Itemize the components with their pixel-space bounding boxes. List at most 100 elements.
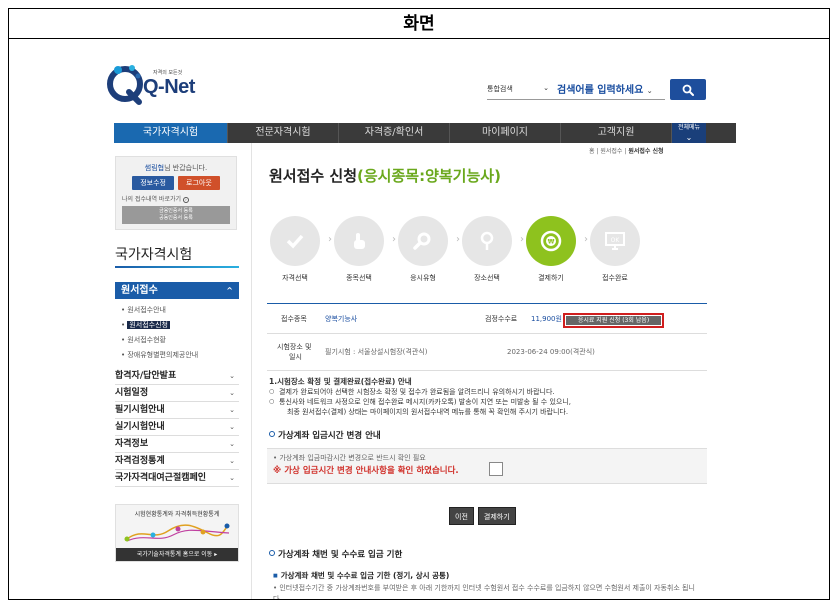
- menu-label: 원서접수: [121, 285, 158, 296]
- nav-item-support[interactable]: 고객지원: [561, 123, 672, 143]
- page-title: 원서접수 신청(응시종목:양복기능사): [269, 165, 501, 186]
- page-title-subject: (응시종목:양복기능사): [357, 167, 501, 185]
- trend-chart-icon: [124, 523, 230, 542]
- edit-info-button[interactable]: 정보수정: [132, 176, 174, 190]
- chevron-right-icon: ›: [584, 234, 588, 245]
- chevron-down-icon: ⌄: [229, 406, 235, 414]
- breadcrumb-home[interactable]: 홈: [589, 148, 595, 155]
- info-row-place: 시험장소 및 일시 필기시험 : 서울상설시험장(격관식) 2023-06-24…: [267, 335, 707, 371]
- sub-item-accessibility[interactable]: • 장애유형별편의제공안내: [121, 348, 198, 363]
- chevron-down-icon: ⌄: [646, 87, 653, 95]
- sub-item-label: 원서접수신청: [127, 321, 170, 329]
- arrow-right-circle-icon: ▸: [214, 551, 218, 558]
- logo-tagline: 자격의 모든것: [153, 70, 183, 76]
- breadcrumb-mid[interactable]: 원서접수: [600, 148, 622, 155]
- category-label: 필기시험안내: [115, 405, 165, 415]
- pay-button[interactable]: 결제하기: [477, 507, 516, 525]
- notice-block: 1.시험장소 확정 및 결제완료(접수완료) 안내 결제가 완료되어야 선택한 …: [269, 377, 571, 417]
- login-box: 썸림협님 반갑습니다. 정보수정 로그아웃 나의 접수내역 바로가기 › 금융인…: [115, 156, 237, 230]
- nav-item-certificate[interactable]: 자격증/확인서: [339, 123, 450, 143]
- fee-value: 11,900원: [531, 315, 562, 323]
- search-input[interactable]: 검색어를 입력하세요 ⌄: [557, 81, 665, 96]
- chevron-down-icon: ⌄: [543, 83, 549, 92]
- category-practical[interactable]: 실기시험안내 ⌄: [115, 419, 239, 436]
- banner-link[interactable]: 국가기술자격통계 홈으로 이동 ▸: [116, 548, 238, 561]
- account-heading: 가상계좌 채번 및 수수료 입금 기한: [269, 548, 402, 560]
- date-value: 2023-06-24 09:00(격관식): [507, 348, 595, 356]
- sidebar-sub-list: • 원서접수안내 • 원서접수신청 • 원서접수현황 • 장애유형별편의제공안내: [121, 303, 198, 363]
- category-campaign[interactable]: 국가자격대여근절캠페인 ⌄: [115, 470, 239, 487]
- vbank-notice-box: • 가상계좌 입금마감시간 변경으로 반드시 확인 필요 ※ 가상 입금시간 변…: [267, 448, 707, 484]
- step-type: 응시유형 ›: [397, 216, 460, 283]
- document-frame: 화면 자격의 모든것 Q-Net 통합검색 ⌄ 검색어를 입력하세요 ⌄ 국가자…: [8, 8, 830, 600]
- sidebar-menu-application[interactable]: 원서접수 ^: [115, 282, 239, 299]
- category-written[interactable]: 필기시험안내 ⌄: [115, 402, 239, 419]
- fee-key: 검정수수료: [485, 315, 518, 323]
- progress-steps: 자격선택 › 종목선택 › 응시유형 › 장소선택 › ₩ 결제하기 › OK …: [267, 216, 707, 286]
- main-nav: 국가자격시험 전문자격시험 자격증/확인서 마이페이지 고객지원 전체메뉴 ⌄: [114, 123, 736, 143]
- chevron-right-icon: ›: [456, 234, 460, 245]
- chevron-down-icon: ⌄: [229, 389, 235, 397]
- account-paragraph: • 인터넷접수기간 중 가상계좌번호를 부여받은 후 아래 기한까지 인터넷 수…: [273, 584, 695, 600]
- category-label: 시험일정: [115, 388, 149, 398]
- cert-line1: 금융인증서 등록: [159, 208, 193, 214]
- welcome-suffix: 님 반갑습니다.: [164, 164, 208, 172]
- chevron-right-icon: ›: [392, 234, 396, 245]
- step-item: 종목선택 ›: [333, 216, 396, 283]
- chevron-right-icon: ›: [328, 234, 332, 245]
- category-results[interactable]: 합격자/답안발표 ⌄: [115, 368, 239, 385]
- chevron-up-icon: ^: [226, 286, 233, 295]
- search-scope-select[interactable]: 통합검색 ⌄: [487, 84, 557, 94]
- my-application-shortcut[interactable]: 나의 접수내역 바로가기 ›: [122, 194, 236, 203]
- shortcut-label: 나의 접수내역 바로가기: [122, 196, 182, 203]
- sub-item-apply[interactable]: • 원서접수신청: [121, 318, 198, 333]
- sidebar-categories: 합격자/답안발표 ⌄ 시험일정 ⌄ 필기시험안내 ⌄ 실기시험안내 ⌄ 자격정보 ⌄ 자격…: [115, 368, 239, 487]
- content-divider: [251, 143, 252, 599]
- category-info[interactable]: 자격정보 ⌄: [115, 436, 239, 453]
- search-icon: [682, 84, 694, 96]
- place-key-1: 시험장소 및: [277, 343, 312, 351]
- banner-title: 시험현황통계와 자격취득현황통계: [134, 511, 220, 518]
- sub-item-guide[interactable]: • 원서접수안내: [121, 303, 198, 318]
- frame-title: 화면: [9, 9, 829, 39]
- hand-pointer-icon: [354, 233, 365, 249]
- stats-banner[interactable]: 시험현황통계와 자격취득현황통계 국가기술자격통계 홈으로 이동 ▸: [115, 504, 239, 562]
- notice-item: 통신사와 네트워크 사정으로 인해 접수완료 메시지(카카오톡) 발송이 지연 …: [269, 397, 571, 407]
- all-menu-button[interactable]: 전체메뉴 ⌄: [672, 123, 706, 143]
- cert-line2: 공동인증서 등록: [159, 215, 193, 221]
- item-value: 양복기능사: [325, 315, 358, 323]
- step-label: 자격선택: [282, 274, 308, 282]
- notice-item-cont: 최종 원서접수(결제) 상태는 마이페이지의 원서접수내역 메뉴를 통해 꼭 확…: [287, 408, 569, 416]
- category-label: 실기시험안내: [115, 422, 165, 432]
- chevron-right-icon: ›: [520, 234, 524, 245]
- magnifier-icon: [413, 232, 431, 250]
- nav-item-national[interactable]: 국가자격시험: [114, 123, 228, 143]
- logo-brand: Q-Net: [143, 76, 195, 98]
- category-schedule[interactable]: 시험일정 ⌄: [115, 385, 239, 402]
- account-sub-heading: 가상계좌 채번 및 수수료 입금 기한 (정기, 상시 공통): [273, 570, 450, 581]
- place-key-2: 일시: [289, 353, 302, 361]
- step-payment: ₩ 결제하기 ›: [525, 216, 588, 283]
- sidebar-section-title: 국가자격시험: [115, 247, 193, 263]
- search-button[interactable]: [670, 79, 706, 100]
- category-stats[interactable]: 자격검정통계 ⌄: [115, 453, 239, 470]
- chevron-down-icon: ⌄: [229, 423, 235, 431]
- qnet-logo[interactable]: 자격의 모든것 Q-Net: [105, 62, 195, 112]
- sub-item-status[interactable]: • 원서접수현황: [121, 333, 198, 348]
- fee-support-label: 응시료 지원 신청 (3회 남음): [566, 316, 661, 325]
- certificate-register-button[interactable]: 금융인증서 등록 공동인증서 등록: [122, 206, 230, 224]
- chevron-down-icon: ⌄: [229, 440, 235, 448]
- item-key: 접수종목: [281, 315, 307, 323]
- fee-support-button[interactable]: 응시료 지원 신청 (3회 남음): [563, 313, 664, 328]
- nav-item-professional[interactable]: 전문자격시험: [228, 123, 339, 143]
- logout-button[interactable]: 로그아웃: [178, 176, 220, 190]
- step-label: 종목선택: [346, 274, 372, 282]
- action-buttons: 이전 결제하기: [449, 507, 516, 525]
- sub-item-label: 장애유형별편의제공안내: [127, 351, 199, 359]
- nav-item-mypage[interactable]: 마이페이지: [450, 123, 561, 143]
- prev-button[interactable]: 이전: [449, 507, 474, 525]
- confirm-checkbox[interactable]: [489, 462, 503, 476]
- q-logo-icon: [107, 65, 143, 105]
- step-label: 응시유형: [410, 274, 436, 282]
- arrow-right-circle-icon: ›: [182, 197, 189, 203]
